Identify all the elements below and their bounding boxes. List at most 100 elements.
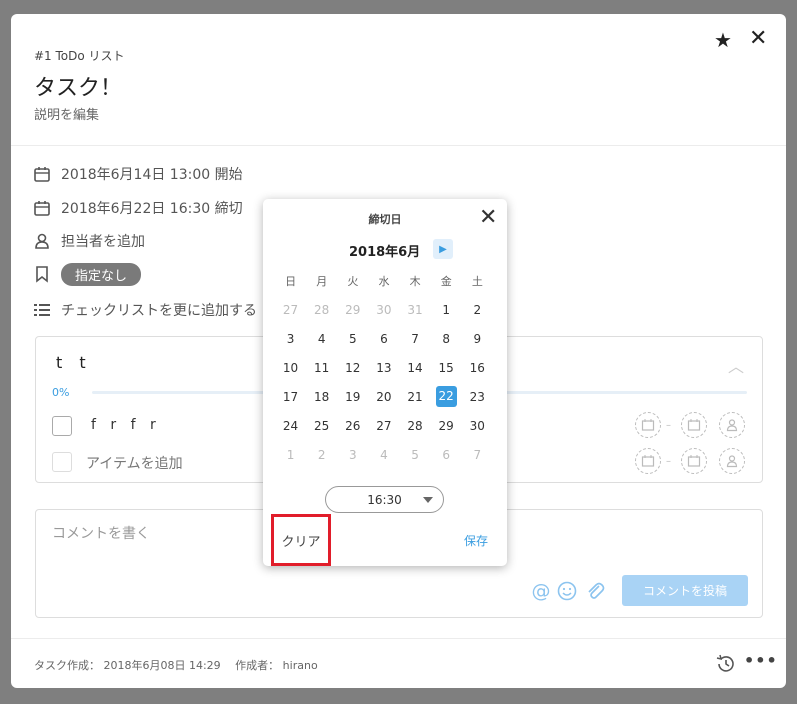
calendar-day[interactable]: 18 (306, 390, 337, 404)
day-number: 7 (473, 447, 482, 462)
checklist-item-text[interactable]: f r f r (91, 417, 161, 433)
bookmark-icon (36, 266, 48, 283)
close-icon[interactable]: ✕ (749, 26, 767, 51)
close-icon[interactable]: ✕ (479, 205, 497, 230)
calendar-day[interactable]: 23 (462, 390, 493, 404)
paperclip-icon[interactable] (584, 580, 606, 602)
calendar-day[interactable]: 15 (431, 361, 462, 375)
calendar-day[interactable]: 1 (275, 448, 306, 462)
calendar-day[interactable]: 20 (368, 390, 399, 404)
calendar-day[interactable]: 16 (462, 361, 493, 375)
new-due-date-button[interactable] (681, 448, 707, 474)
calendar-day[interactable]: 13 (368, 361, 399, 375)
calendar-day[interactable]: 4 (368, 448, 399, 462)
list-icon (34, 304, 50, 316)
add-checklist-row[interactable]: チェックリストを更に追加する (33, 299, 257, 321)
calendar-day[interactable]: 29 (337, 303, 368, 317)
day-number: 27 (282, 302, 299, 317)
day-number: 18 (314, 389, 330, 404)
task-title[interactable]: タスク！ (34, 70, 122, 102)
calendar-day[interactable]: 12 (337, 361, 368, 375)
start-date-row[interactable]: 2018年6月14日 13:00 開始 (33, 163, 243, 185)
clear-button[interactable]: クリア (271, 514, 331, 566)
tag-row[interactable]: 指定なし (33, 262, 142, 286)
calendar-day[interactable]: 9 (462, 332, 493, 346)
new-item-checkbox (52, 452, 72, 472)
calendar-day[interactable]: 10 (275, 361, 306, 375)
calendar-day[interactable]: 4 (306, 332, 337, 346)
date-range-dash: – (666, 420, 671, 431)
add-item-text[interactable]: アイテムを追加 (86, 453, 183, 473)
assign-user-button[interactable] (719, 412, 745, 438)
calendar-day[interactable]: 27 (275, 303, 306, 317)
day-number: 5 (348, 331, 357, 346)
edit-description-link[interactable]: 説明を編集 (34, 104, 99, 123)
chevron-up-icon[interactable]: ︿ (728, 353, 744, 377)
item-checkbox[interactable] (52, 416, 72, 436)
checklist-progress-label: 0% (52, 386, 70, 399)
selected-day[interactable]: 22 (431, 386, 462, 407)
calendar-day[interactable]: 29 (431, 419, 462, 433)
calendar-day[interactable]: 30 (462, 419, 493, 433)
calendar-day[interactable]: 2 (462, 303, 493, 317)
history-icon[interactable] (714, 653, 736, 675)
calendar-day[interactable]: 2 (306, 448, 337, 462)
time-select[interactable]: 16:30 (325, 486, 444, 513)
day-number: 1 (442, 302, 450, 317)
calendar-day[interactable]: 28 (306, 303, 337, 317)
weekday-label: 日 (285, 274, 297, 288)
calendar-day[interactable]: 24 (275, 419, 306, 433)
day-number: 28 (314, 302, 330, 317)
calendar-day[interactable]: 8 (431, 332, 462, 346)
calendar-grid: 日月火水木金土 27 28 29 30 31 1 2 3 4 5 6 7 8 9 10 11 12 13 14 15 16… (275, 266, 493, 469)
calendar-day[interactable]: 14 (400, 361, 431, 375)
calendar-day[interactable]: 27 (368, 419, 399, 433)
next-month-icon[interactable]: ▶ (433, 239, 453, 259)
day-number: 2 (317, 447, 326, 462)
more-options-icon[interactable]: ••• (744, 651, 778, 670)
calendar-icon (641, 419, 655, 431)
calendar-day[interactable]: 5 (337, 332, 368, 346)
calendar-day[interactable]: 7 (462, 448, 493, 462)
day-number: 20 (376, 389, 392, 404)
day-number: 14 (407, 360, 423, 375)
calendar-day[interactable]: 11 (306, 361, 337, 375)
calendar-day[interactable]: 26 (337, 419, 368, 433)
calendar-day[interactable]: 3 (337, 448, 368, 462)
assignee-row[interactable]: 担当者を追加 (33, 230, 145, 252)
tag-badge[interactable]: 指定なし (61, 262, 142, 286)
calendar-day[interactable]: 6 (368, 332, 399, 346)
due-date-button[interactable] (681, 412, 707, 438)
post-comment-button[interactable]: コメントを投稿 (622, 575, 748, 606)
mention-icon[interactable]: @ (530, 580, 552, 602)
calendar-day[interactable]: 21 (400, 390, 431, 404)
calendar-day[interactable]: 19 (337, 390, 368, 404)
new-assign-user-button[interactable] (719, 448, 745, 474)
calendar-day[interactable]: 25 (306, 419, 337, 433)
calendar-day[interactable]: 28 (400, 419, 431, 433)
new-start-date-button[interactable] (635, 448, 661, 474)
save-button[interactable]: 保存 (464, 532, 488, 549)
start-date-button[interactable] (635, 412, 661, 438)
day-number: 30 (469, 418, 485, 433)
list-breadcrumb[interactable]: #1 ToDo リスト (34, 47, 125, 64)
comment-placeholder: コメントを書く (52, 526, 150, 542)
checklist-title[interactable]: t t (56, 353, 92, 372)
day-number: 6 (442, 447, 450, 462)
calendar-day[interactable]: 30 (368, 303, 399, 317)
calendar-day[interactable]: 3 (275, 332, 306, 346)
calendar-day[interactable]: 7 (400, 332, 431, 346)
due-date-text: 2018年6月22日 16:30 締切 (61, 201, 243, 217)
calendar-day[interactable]: 31 (400, 303, 431, 317)
calendar-day[interactable]: 1 (431, 303, 462, 317)
calendar-day[interactable]: 6 (431, 448, 462, 462)
datepicker-title: 締切日 (368, 213, 402, 226)
calendar-icon (34, 167, 50, 182)
day-number: 12 (345, 360, 361, 375)
calendar-day[interactable]: 17 (275, 390, 306, 404)
day-number: 4 (317, 331, 326, 346)
star-icon[interactable]: ★ (714, 28, 732, 52)
calendar-day[interactable]: 5 (400, 448, 431, 462)
emoji-icon[interactable] (556, 580, 578, 602)
due-date-row[interactable]: 2018年6月22日 16:30 締切 (33, 197, 243, 219)
